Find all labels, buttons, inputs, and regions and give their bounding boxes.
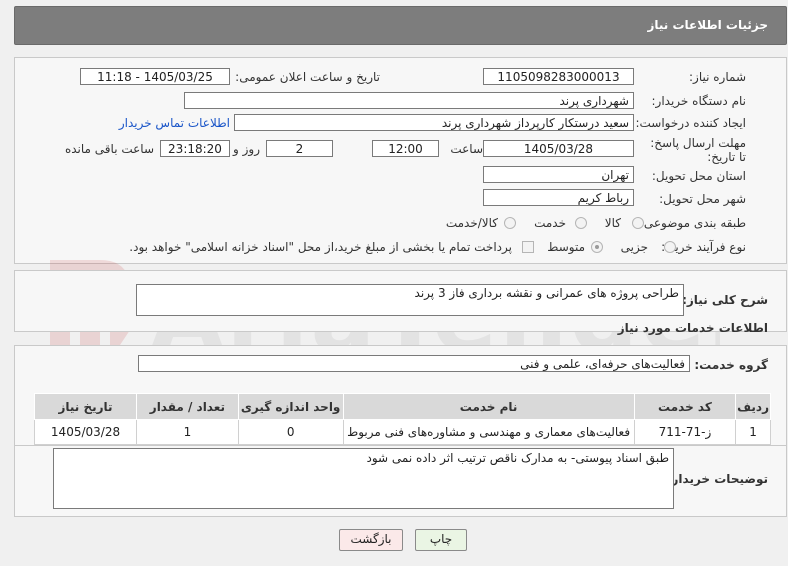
process-option-medium: متوسط bbox=[547, 240, 585, 254]
summary-label: شرح کلی نیاز: bbox=[682, 293, 768, 307]
cell-name: فعالیت‌های معماری و مهندسی و مشاوره‌های … bbox=[342, 419, 635, 445]
city-label: شهر محل تحویل: bbox=[659, 192, 746, 206]
cell-row: 1 bbox=[735, 419, 771, 445]
remaining-label: ساعت باقی مانده bbox=[64, 142, 154, 156]
services-section-title: اطلاعات خدمات مورد نیاز bbox=[617, 321, 768, 335]
process-radio-medium[interactable] bbox=[591, 241, 603, 253]
print-button[interactable]: چاپ bbox=[415, 529, 467, 551]
category-option-goods: کالا bbox=[604, 216, 621, 230]
category-label: طبقه بندی موضوعی: bbox=[639, 216, 746, 230]
cell-qty: 1 bbox=[136, 419, 239, 445]
col-row: ردیف bbox=[735, 393, 771, 420]
col-name: نام خدمت bbox=[342, 393, 635, 420]
page-title: جزئیات اطلاعات نیاز bbox=[647, 18, 768, 32]
notes-field: طبق اسناد پیوستی- به مدارک ناقص ترتیب اث… bbox=[53, 448, 674, 509]
col-qty: تعداد / مقدار bbox=[136, 393, 239, 420]
category-radio-goods[interactable] bbox=[632, 217, 644, 229]
city-field: رباط کریم bbox=[483, 189, 634, 206]
province-label: استان محل تحویل: bbox=[651, 169, 746, 183]
announce-field: 1405/03/25 - 11:18 bbox=[80, 68, 230, 85]
deadline-time-label: ساعت bbox=[450, 142, 483, 156]
services-table-header: ردیف کد خدمت نام خدمت واحد اندازه گیری ت… bbox=[33, 393, 771, 420]
notes-label: توضیحات خریدار: bbox=[666, 472, 768, 486]
col-code: کد خدمت bbox=[633, 393, 737, 420]
remaining-time-field: 23:18:20 bbox=[160, 140, 230, 157]
days-label: روز و bbox=[233, 142, 260, 156]
deadline-time-field: 12:00 bbox=[372, 140, 439, 157]
category-option-service: خدمت bbox=[534, 216, 566, 230]
announce-label: تاریخ و ساعت اعلان عمومی: bbox=[235, 70, 380, 84]
deadline-date-field: 1405/03/28 bbox=[483, 140, 634, 157]
cell-date: 1405/03/28 bbox=[33, 419, 138, 445]
need-number-field: 1105098283000013 bbox=[483, 68, 634, 85]
province-field: تهران bbox=[483, 166, 634, 183]
payment-note: پرداخت تمام یا بخشی از مبلغ خرید،از محل … bbox=[129, 240, 512, 254]
buyer-org-field: شهرداری پرند bbox=[184, 92, 634, 109]
back-button[interactable]: بازگشت bbox=[339, 529, 403, 551]
deadline-label: مهلت ارسال پاسخ: تا تاریخ: bbox=[650, 136, 746, 164]
buyer-contact-link[interactable]: اطلاعات تماس خریدار bbox=[119, 116, 230, 130]
creator-label: ایجاد کننده درخواست: bbox=[635, 116, 746, 130]
table-row: 1 ز-71-711 فعالیت‌های معماری و مهندسی و … bbox=[33, 419, 771, 445]
category-option-goods-service: کالا/خدمت bbox=[445, 216, 498, 230]
category-radio-service[interactable] bbox=[575, 217, 587, 229]
days-field: 2 bbox=[266, 140, 333, 157]
process-option-minor: جزیی bbox=[620, 240, 648, 254]
process-radio-minor[interactable] bbox=[664, 241, 676, 253]
category-radio-goods-service[interactable] bbox=[504, 217, 516, 229]
col-date: تاریخ نیاز bbox=[33, 393, 138, 420]
summary-field: طراحی پروژه های عمرانی و نقشه برداری فاز… bbox=[136, 284, 684, 316]
col-unit: واحد اندازه گیری bbox=[237, 393, 344, 420]
page-header: جزئیات اطلاعات نیاز bbox=[14, 6, 787, 45]
service-group-field: فعالیت‌های حرفه‌ای، علمی و فنی bbox=[138, 355, 690, 372]
services-table: ردیف کد خدمت نام خدمت واحد اندازه گیری ت… bbox=[33, 393, 771, 445]
islamic-treasury-checkbox[interactable] bbox=[522, 241, 534, 253]
need-number-label: شماره نیاز: bbox=[689, 70, 746, 84]
creator-field: سعید درستکار کارپرداز شهرداری پرند bbox=[234, 114, 634, 131]
cell-unit: 0 bbox=[237, 419, 344, 445]
service-group-label: گروه خدمت: bbox=[694, 358, 768, 372]
cell-code: ز-71-711 bbox=[633, 419, 737, 445]
buyer-org-label: نام دستگاه خریدار: bbox=[651, 94, 747, 108]
